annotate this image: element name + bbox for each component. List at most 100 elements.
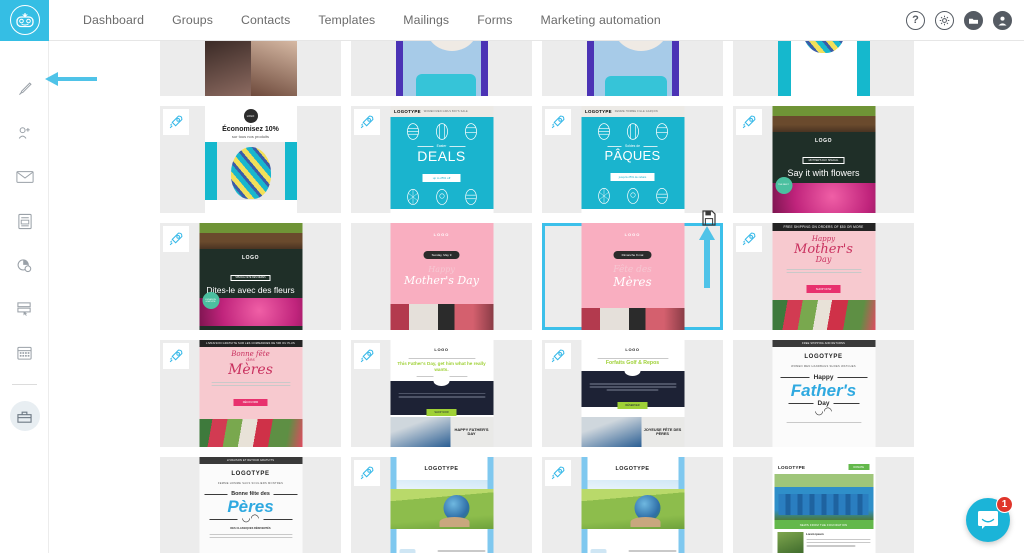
template-thumbnail: LOGO Économisez 10% sur tous nos produit… [204, 106, 297, 213]
template-card-fathers-day-golf-en[interactable]: LOGO This Father's Day, get him what he … [351, 340, 532, 447]
thumb-script-small: Happy [428, 265, 455, 274]
template-card-fete-des-meres-pink[interactable]: LOGO Dimanche 9 mai Fête des Mères [542, 223, 723, 330]
template-card-earth-day-2[interactable]: LOGOTYPE [542, 457, 723, 553]
sidebar-item-design[interactable] [0, 67, 49, 111]
template-thumbnail: LOGOTYPE WOMEN MEN GIRLS BOYS SALE Easte… [390, 106, 493, 213]
thumb-button[interactable]: up to 25% off [422, 174, 461, 182]
sidebar-item-add-contact[interactable] [0, 111, 49, 155]
template-card-say-it-with-flowers[interactable]: LOGO MOTHER'S DAY SPECIAL Say it with fl… [733, 106, 914, 213]
thumb-eyebrow: MOTHER'S DAY SPECIAL [802, 156, 845, 165]
rocket-icon[interactable] [354, 109, 380, 135]
save-template-icon[interactable] [702, 210, 716, 226]
envelope-icon [15, 171, 34, 183]
template-card-happy-fathers-day[interactable]: FREE SHIPPING AND RETURNS LOGOTYPE WOMEN… [733, 340, 914, 447]
nav-marketing-automation[interactable]: Marketing automation [527, 13, 675, 27]
thumb-button[interactable]: RÉSERVER [617, 401, 648, 409]
template-thumbnail: LOGOTYPE [581, 457, 684, 553]
landing-page-icon [17, 302, 31, 316]
thumb-logo: LOGO [814, 138, 833, 144]
briefcase-icon[interactable] [964, 10, 983, 30]
thumb-line1: Happy [813, 374, 834, 381]
rocket-icon[interactable] [545, 109, 571, 135]
template-card-couple-promo[interactable] [160, 41, 341, 96]
rocket-icon[interactable] [736, 109, 762, 135]
paintbrush-icon [19, 81, 32, 95]
rocket-icon[interactable] [163, 226, 189, 252]
template-thumbnail: LOGOTYPE FEMME HOMME FILLE GARÇON Soldes… [581, 106, 684, 213]
sidebar-icon-wrap [10, 338, 40, 368]
nav-forms[interactable]: Forms [463, 13, 526, 27]
intercom-chat-button[interactable]: 1 [966, 496, 1013, 542]
thumb-logo: LOGOTYPE [394, 109, 421, 114]
app-logo[interactable] [0, 0, 49, 41]
template-grid: DAY [160, 41, 924, 553]
thumb-logo: LOGOTYPE [585, 109, 612, 114]
sidebar-item-form[interactable] [0, 199, 49, 243]
annotation-arrow-up [699, 226, 715, 288]
chat-bubble-icon [978, 511, 998, 529]
nav-dashboard[interactable]: Dashboard [69, 13, 158, 27]
thumb-menu: FEMME HOMME FILLE GARÇON [614, 110, 658, 113]
template-card-day-hamster[interactable]: DAY [351, 41, 532, 96]
user-account-icon[interactable] [993, 10, 1012, 30]
thumb-headline: This Father's Day, get him what he reall… [397, 361, 486, 372]
template-card-easter-deals[interactable]: LOGOTYPE WOMEN MEN GIRLS BOYS SALE Easte… [351, 106, 532, 213]
thumb-badge: THE BEST [775, 176, 792, 194]
rocket-icon[interactable] [545, 343, 571, 369]
add-user-icon [18, 126, 30, 139]
thumb-eyebrow: SPÉCIAL FÊTE DES MÈRES [230, 274, 271, 282]
gear-icon[interactable] [935, 10, 954, 30]
thumb-pill: Sunday, May 9 [423, 251, 460, 259]
sidebar-item-toolbox[interactable] [0, 394, 49, 438]
thumb-logo: LOGO [433, 232, 450, 237]
sidebar-icon-wrap [10, 74, 40, 104]
thumb-topbar: LIVRAISON GRATUITE SUR LES COMMANDES DE … [199, 340, 302, 347]
template-card-bonne-fete-des-peres[interactable]: LIVRAISON ET RETOUR GRATUITS LOGOTYPE FE… [160, 457, 341, 553]
rocket-icon[interactable] [736, 226, 762, 252]
thumb-button[interactable]: SHOP NOW [806, 284, 841, 293]
template-thumbnail: LOGO Dimanche 9 mai Fête des Mères [581, 223, 684, 330]
rocket-icon[interactable] [545, 460, 571, 486]
nav-groups[interactable]: Groups [158, 13, 227, 27]
thumb-logo: LOGOTYPE [615, 466, 650, 472]
template-thumbnail: LOGO This Father's Day, get him what he … [390, 340, 493, 447]
nav-templates[interactable]: Templates [304, 13, 389, 27]
template-thumbnail: LIVRAISON ET RETOUR GRATUITS LOGOTYPE FE… [199, 457, 302, 553]
pie-chart-icon [17, 258, 32, 272]
template-card-happy-mothers-day-pink[interactable]: LOGO Sunday, May 9 Happy Mother's Day [351, 223, 532, 330]
nav-mailings[interactable]: Mailings [389, 13, 463, 27]
template-thumbnail: LIVRAISON GRATUITE SUR LES COMMANDES DE … [199, 340, 302, 447]
template-card-easter-egg-partial[interactable] [733, 41, 914, 96]
thumb-button[interactable]: DÉCOUVRIR [233, 398, 268, 406]
thumb-button[interactable]: SHOP NOW [426, 408, 457, 416]
thumb-badge: LIVRAISON GRATUITE [202, 292, 219, 310]
thumb-button[interactable]: DONATE [848, 464, 869, 471]
sidebar-icon-wrap [10, 250, 40, 280]
template-card-dites-le-avec-des-fleurs[interactable]: LOGO SPÉCIAL FÊTE DES MÈRES Dites-le ave… [160, 223, 341, 330]
sidebar-item-mail[interactable] [0, 155, 49, 199]
sidebar-icon-wrap [9, 401, 40, 431]
help-icon[interactable]: ? [906, 10, 925, 30]
template-card-hamster-2[interactable] [542, 41, 723, 96]
sidebar-item-statistics[interactable] [0, 243, 49, 287]
nav-contacts[interactable]: Contacts [227, 13, 304, 27]
template-card-happy-mothers-day-tulips[interactable]: FREE SHIPPING ON ORDERS OF $50 OR MORE H… [733, 223, 914, 330]
template-card-foundation-news[interactable]: LOGOTYPE DONATE NEWS FROM THE FOUNDATION… [733, 457, 914, 553]
template-card-earth-day-1[interactable]: LOGOTYPE [351, 457, 532, 553]
template-card-bonne-fete-des-meres[interactable]: LIVRAISON GRATUITE SUR LES COMMANDES DE … [160, 340, 341, 447]
template-card-economisez-10[interactable]: LOGO Économisez 10% sur tous nos produit… [160, 106, 341, 213]
template-thumbnail: FREE SHIPPING ON ORDERS OF $50 OR MORE H… [772, 223, 875, 330]
thumb-button[interactable]: jusqu'à 25% de rabais [610, 173, 655, 181]
rocket-icon[interactable] [163, 343, 189, 369]
rocket-icon[interactable] [354, 460, 380, 486]
rocket-icon[interactable] [163, 109, 189, 135]
thumb-logo: LOGO [624, 232, 641, 237]
template-card-forfaits-golf-repos[interactable]: LOGO Forfaits Golf & Repos RÉSERVER JOYE… [542, 340, 723, 447]
template-card-soldes-paques[interactable]: LOGOTYPE FEMME HOMME FILLE GARÇON Soldes… [542, 106, 723, 213]
intercom-unread-badge: 1 [996, 496, 1013, 513]
template-thumbnail [777, 41, 870, 96]
rocket-icon[interactable] [354, 343, 380, 369]
sidebar-item-calendar[interactable] [0, 331, 49, 375]
sidebar-item-landing-page[interactable] [0, 287, 49, 331]
calendar-grid-icon [17, 346, 32, 360]
